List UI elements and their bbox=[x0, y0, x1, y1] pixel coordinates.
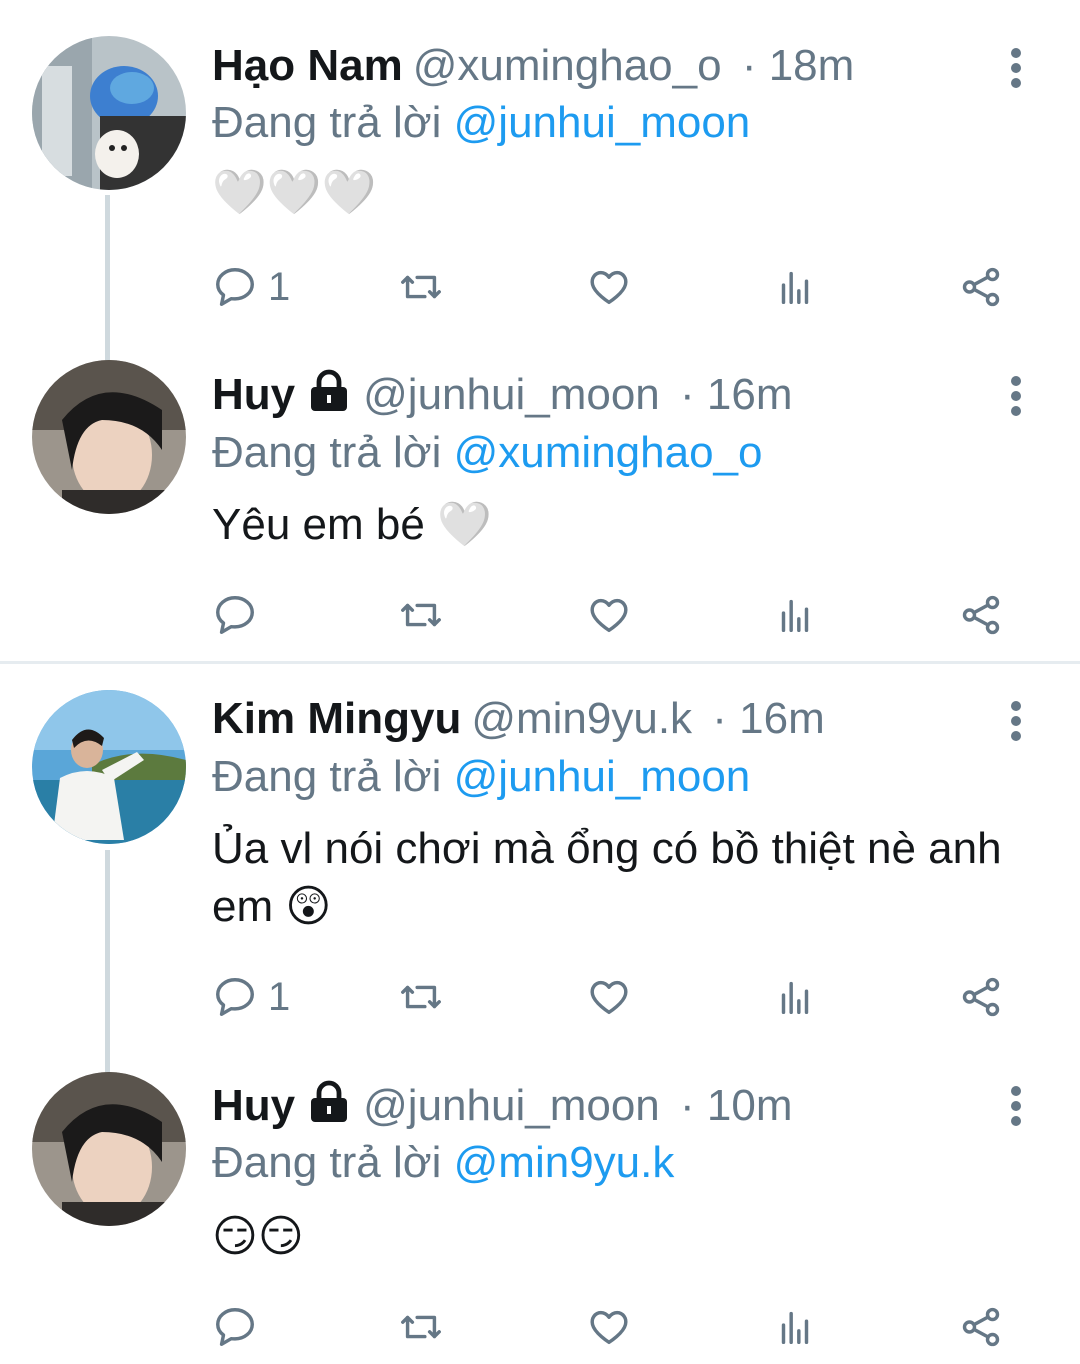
avatar[interactable] bbox=[32, 1072, 186, 1226]
like-button[interactable] bbox=[586, 1302, 632, 1352]
author-name[interactable]: Huy bbox=[212, 1081, 295, 1130]
tweet-text: 😏😏 bbox=[212, 1212, 304, 1261]
retweet-button[interactable] bbox=[398, 1302, 444, 1352]
replying-to: Đang trả lời @min9yu.k bbox=[212, 1134, 674, 1192]
retweet-icon bbox=[401, 1315, 441, 1339]
analytics-bars-icon bbox=[781, 1311, 809, 1345]
views-button[interactable] bbox=[772, 1302, 818, 1352]
mention-link[interactable]: @min9yu.k bbox=[454, 1138, 675, 1187]
reply-prefix: Đang trả lời bbox=[212, 1138, 442, 1187]
lock-icon bbox=[311, 1080, 348, 1122]
more-options-icon[interactable] bbox=[1004, 1082, 1028, 1130]
timestamp: · 10m bbox=[680, 1081, 793, 1130]
reply-button[interactable] bbox=[212, 1302, 268, 1352]
speech-bubble-icon bbox=[216, 1308, 254, 1346]
heart-icon bbox=[590, 1310, 628, 1345]
tweet[interactable]: Huy @junhui_moon · 10m Đang trả lời @min9… bbox=[0, 0, 1080, 1364]
share-icon bbox=[962, 1307, 1000, 1347]
author-handle[interactable]: @junhui_moon bbox=[363, 1081, 660, 1130]
share-button[interactable] bbox=[958, 1302, 1004, 1352]
action-bar bbox=[212, 1302, 1012, 1352]
